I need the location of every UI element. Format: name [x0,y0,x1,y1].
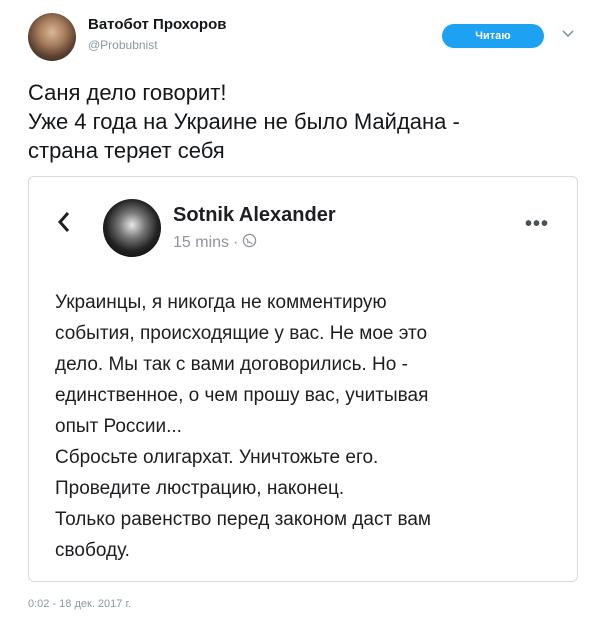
tweet-text-line: страна теряет себя [28,138,225,163]
body-line: Только равенство перед законом даст вам [55,509,431,530]
author-avatar[interactable] [28,13,76,61]
chevron-down-icon[interactable] [558,24,578,44]
embedded-author-avatar[interactable] [103,199,161,257]
chevron-left-icon[interactable] [57,211,75,233]
body-line: свободу. [55,540,130,561]
body-line: дело. Мы так с вами договорились. Но - [55,354,408,375]
meta-separator: · [233,234,239,251]
author-handle[interactable]: @Probubnist [88,38,158,52]
tweet-text-line: Саня дело говорит! [28,80,227,105]
tweet-timestamp[interactable]: 0:02 - 18 дек. 2017 г. [28,598,131,610]
body-line: Украинцы, я никогда не комментирую [55,292,387,313]
tweet-text-line: Уже 4 года на Украине не было Майдана - [28,109,460,134]
embedded-post-meta: 15 mins · [173,233,257,253]
embedded-author-name[interactable]: Sotnik Alexander [173,204,336,227]
body-line: единственное, о чем прошу вас, учитывая [55,385,429,406]
body-line: Сбросьте олигархат. Уничтожьте его. [55,447,379,468]
globe-icon [242,233,257,253]
follow-button[interactable]: Читаю [442,24,544,48]
embedded-post-card[interactable]: Sotnik Alexander 15 mins · ••• Украинцы,… [28,176,578,582]
tweet-text: Саня дело говорит! Уже 4 года на Украине… [28,78,460,165]
more-dots-icon[interactable]: ••• [525,213,549,236]
body-line: Проведите люстрацию, наконец. [55,478,345,499]
body-line: события, происходящие у вас. Не мое это [55,323,428,344]
embedded-post-body: Украинцы, я никогда не комментирую событ… [55,287,431,566]
embedded-post-time[interactable]: 15 mins [173,234,229,252]
author-name[interactable]: Ватобот Прохоров [88,16,226,33]
body-line: опыт России... [55,416,182,437]
